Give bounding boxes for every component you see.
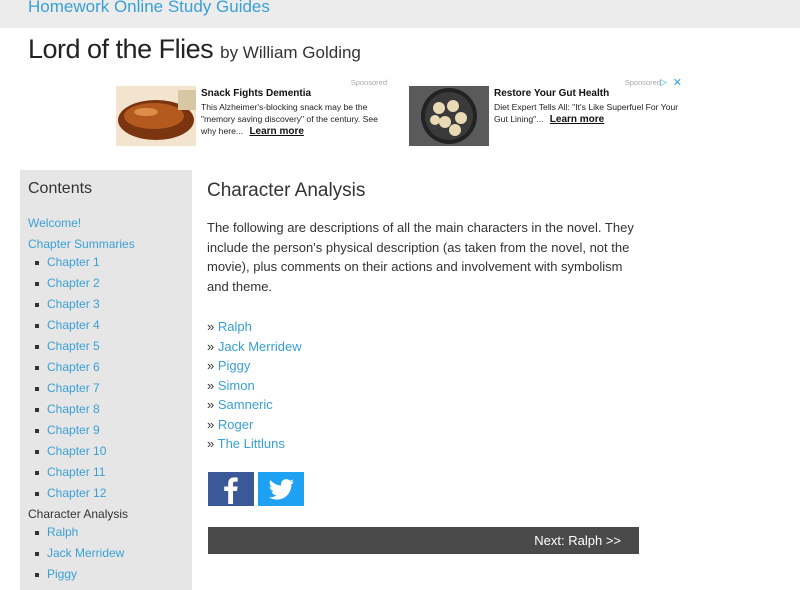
- list-item: » Simon: [207, 376, 302, 396]
- sidebar-item-chapter-3[interactable]: Chapter 3: [35, 297, 100, 311]
- contents-sidebar: Contents Welcome! Chapter Summaries Chap…: [20, 170, 192, 590]
- sidebar-item-chapter-4[interactable]: Chapter 4: [35, 318, 100, 332]
- bullet-glyph: »: [207, 416, 215, 432]
- facebook-icon: [224, 477, 238, 504]
- character-link-simon[interactable]: Simon: [218, 378, 255, 393]
- site-home-link[interactable]: Homework Online Study Guides: [28, 0, 270, 17]
- sponsored-ad-dementia[interactable]: Sponsored Snack Fights Dementia This Alz…: [116, 78, 390, 148]
- character-link-roger[interactable]: Roger: [218, 417, 253, 432]
- top-bar: Homework Online Study Guides: [0, 0, 800, 28]
- sidebar-item-ralph[interactable]: Ralph: [34, 525, 78, 539]
- sidebar-item-chapter-9[interactable]: Chapter 9: [35, 423, 100, 437]
- ad-learn-more-link[interactable]: Learn more: [550, 114, 604, 125]
- bullet-glyph: »: [207, 377, 215, 393]
- ad-headline[interactable]: Snack Fights Dementia: [201, 88, 391, 99]
- character-link-piggy[interactable]: Piggy: [218, 358, 251, 373]
- ad-image-pan[interactable]: [409, 86, 489, 146]
- ad-headline[interactable]: Restore Your Gut Health: [494, 88, 684, 99]
- list-item: » Ralph: [207, 317, 302, 337]
- list-item: » Piggy: [207, 356, 302, 376]
- sidebar-item-welcome[interactable]: Welcome!: [28, 216, 81, 230]
- sidebar-item-chapter-7[interactable]: Chapter 7: [35, 381, 100, 395]
- intro-paragraph: The following are descriptions of all th…: [207, 220, 634, 294]
- sidebar-item-chapter-summaries[interactable]: Chapter Summaries: [28, 237, 135, 251]
- sponsored-label: Sponsored: [350, 78, 387, 87]
- page-title: Lord of the Flies by William Golding: [28, 34, 361, 65]
- twitter-icon: [268, 479, 294, 500]
- twitter-share-button[interactable]: [258, 472, 304, 506]
- next-page-label: Next: Ralph >>: [534, 533, 621, 548]
- list-item: » Jack Merridew: [207, 337, 302, 357]
- character-link-the-littluns[interactable]: The Littluns: [218, 436, 285, 451]
- book-title: Lord of the Flies: [28, 34, 214, 64]
- list-item: » Roger: [207, 415, 302, 435]
- sidebar-item-jack-merridew[interactable]: Jack Merridew: [34, 546, 124, 560]
- sidebar-item-chapter-1[interactable]: Chapter 1: [35, 255, 100, 269]
- section-title: Character Analysis: [207, 180, 366, 201]
- bullet-glyph: »: [207, 338, 215, 354]
- sponsored-ad-gut-health[interactable]: Sponsored ▷ ✕ Restore Your Gut Health Di…: [409, 77, 685, 148]
- character-list: » Ralph » Jack Merridew » Piggy » Simon …: [207, 317, 302, 454]
- sidebar-item-chapter-12[interactable]: Chapter 12: [34, 486, 106, 500]
- ad-learn-more-link[interactable]: Learn more: [249, 126, 303, 137]
- next-page-button[interactable]: Next: Ralph >>: [208, 527, 639, 554]
- sidebar-item-chapter-8[interactable]: Chapter 8: [35, 402, 100, 416]
- sidebar-item-chapter-6[interactable]: Chapter 6: [35, 360, 100, 374]
- sidebar-item-piggy[interactable]: Piggy: [34, 567, 77, 581]
- sidebar-item-chapter-10[interactable]: Chapter 10: [34, 444, 106, 458]
- sidebar-item-chapter-2[interactable]: Chapter 2: [35, 276, 100, 290]
- sidebar-item-character-analysis: Character Analysis: [28, 507, 129, 521]
- list-item: » Samneric: [207, 395, 302, 415]
- sponsored-label: Sponsored: [624, 78, 661, 87]
- bullet-glyph: »: [207, 397, 215, 412]
- bullet-glyph: »: [207, 319, 215, 334]
- list-item: » The Littluns: [207, 434, 302, 454]
- character-link-samneric[interactable]: Samneric: [218, 397, 273, 412]
- sidebar-heading: Contents: [28, 180, 93, 197]
- adchoices-icon[interactable]: ▷: [660, 77, 667, 88]
- character-link-jack-merridew[interactable]: Jack Merridew: [218, 339, 302, 354]
- character-link-ralph[interactable]: Ralph: [218, 319, 252, 334]
- sidebar-item-chapter-11[interactable]: Chapter 11: [34, 465, 105, 479]
- bullet-glyph: »: [207, 436, 215, 451]
- ad-image-snack[interactable]: [116, 86, 196, 146]
- bullet-glyph: »: [207, 358, 215, 373]
- facebook-share-button[interactable]: [208, 472, 254, 506]
- author-byline: by William Golding: [220, 43, 361, 62]
- sidebar-item-chapter-5[interactable]: Chapter 5: [35, 339, 100, 353]
